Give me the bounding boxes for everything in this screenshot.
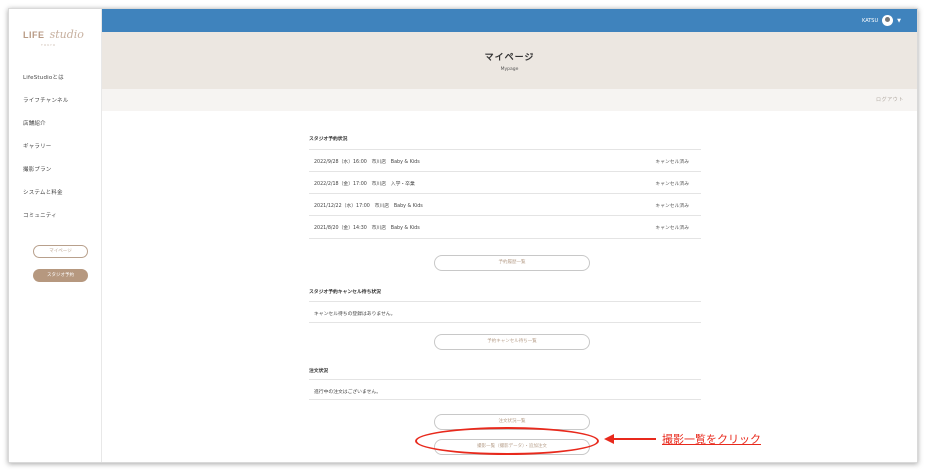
arrow-line [612, 438, 656, 440]
waitlist-row: キャンセル待ちの登録はありません。 [309, 301, 701, 323]
reservation-detail: 2022/9/28（水）16:00 市川店 Baby & Kids [314, 160, 420, 165]
reservation-row[interactable]: 2022/2/18（金）17:00 市川店 入学・卒業 キャンセル済み [309, 171, 701, 193]
reservation-detail: 2022/2/18（金）17:00 市川店 入学・卒業 [314, 182, 415, 187]
reservation-status: キャンセル済み [655, 226, 689, 231]
reservation-row[interactable]: 2021/8/20（金）14:30 市川店 Baby & Kids キャンセル済… [309, 215, 701, 237]
reservation-status: キャンセル済み [655, 182, 689, 187]
user-menu[interactable]: KATSU ▼ [862, 15, 901, 26]
page-title: マイページ [484, 53, 535, 63]
orders-empty-text: 進行中の注文はございません。 [314, 390, 382, 395]
page-hero: マイページ Mypage [102, 32, 917, 89]
divider [309, 238, 701, 239]
reservation-section-title: スタジオ予約状況 [309, 137, 348, 142]
logo-life: LIFE [23, 30, 45, 40]
sidebar-item-channel[interactable]: ライフチャンネル [23, 96, 68, 104]
sidebar-item-about[interactable]: LifeStudioとは [23, 73, 64, 81]
sidebar-item-plans[interactable]: 撮影プラン [23, 165, 52, 173]
user-name: KATSU [862, 17, 879, 24]
page-subtitle: Mypage [500, 67, 519, 72]
logo-studio: studio [49, 28, 84, 41]
mypage-button[interactable]: マイページ [33, 245, 88, 258]
reservation-detail: 2021/12/22（水）17:00 市川店 Baby & Kids [314, 204, 423, 209]
waitlist-empty-text: キャンセル待ちの登録はありません。 [314, 312, 396, 317]
annotation-callout: 撮影一覧をクリック [662, 433, 761, 446]
highlight-ellipse [415, 427, 599, 455]
logout-bar: ログアウト [102, 89, 917, 111]
divider [309, 322, 701, 323]
sidebar-item-stores[interactable]: 店舗紹介 [23, 119, 46, 127]
reservation-detail: 2021/8/20（金）14:30 市川店 Baby & Kids [314, 226, 420, 231]
reservation-row[interactable]: 2021/12/22（水）17:00 市川店 Baby & Kids キャンセル… [309, 193, 701, 215]
sidebar-item-community[interactable]: コミュニティ [23, 211, 57, 219]
divider [309, 399, 701, 400]
sidebar: LIFE studio TOKYO LifeStudioとは ライフチャンネル … [9, 9, 102, 462]
waitlist-button[interactable]: 予約キャンセル待ち一覧 [434, 334, 590, 350]
waitlist-section-title: スタジオ予約キャンセル待ち状況 [309, 290, 381, 295]
reservation-history-button[interactable]: 予約履歴一覧 [434, 255, 590, 271]
orders-section-title: 注文状況 [309, 369, 329, 374]
sidebar-item-pricing[interactable]: システムと料金 [23, 188, 63, 196]
reservation-status: キャンセル済み [655, 160, 689, 165]
logo-tagline: TOKYO [41, 43, 57, 47]
top-bar: KATSU ▼ [102, 9, 917, 32]
reservation-row[interactable]: 2022/9/28（水）16:00 市川店 Baby & Kids キャンセル済… [309, 149, 701, 171]
studio-reserve-button[interactable]: スタジオ予約 [33, 269, 88, 282]
orders-row: 進行中の注文はございません。 [309, 379, 701, 401]
reservation-status: キャンセル済み [655, 204, 689, 209]
sidebar-item-gallery[interactable]: ギャラリー [23, 142, 52, 150]
chevron-down-icon: ▼ [897, 17, 901, 24]
app-window: LIFE studio TOKYO LifeStudioとは ライフチャンネル … [8, 8, 918, 463]
logout-link[interactable]: ログアウト [876, 96, 904, 103]
logo[interactable]: LIFE studio TOKYO [23, 23, 93, 47]
avatar [882, 15, 894, 26]
